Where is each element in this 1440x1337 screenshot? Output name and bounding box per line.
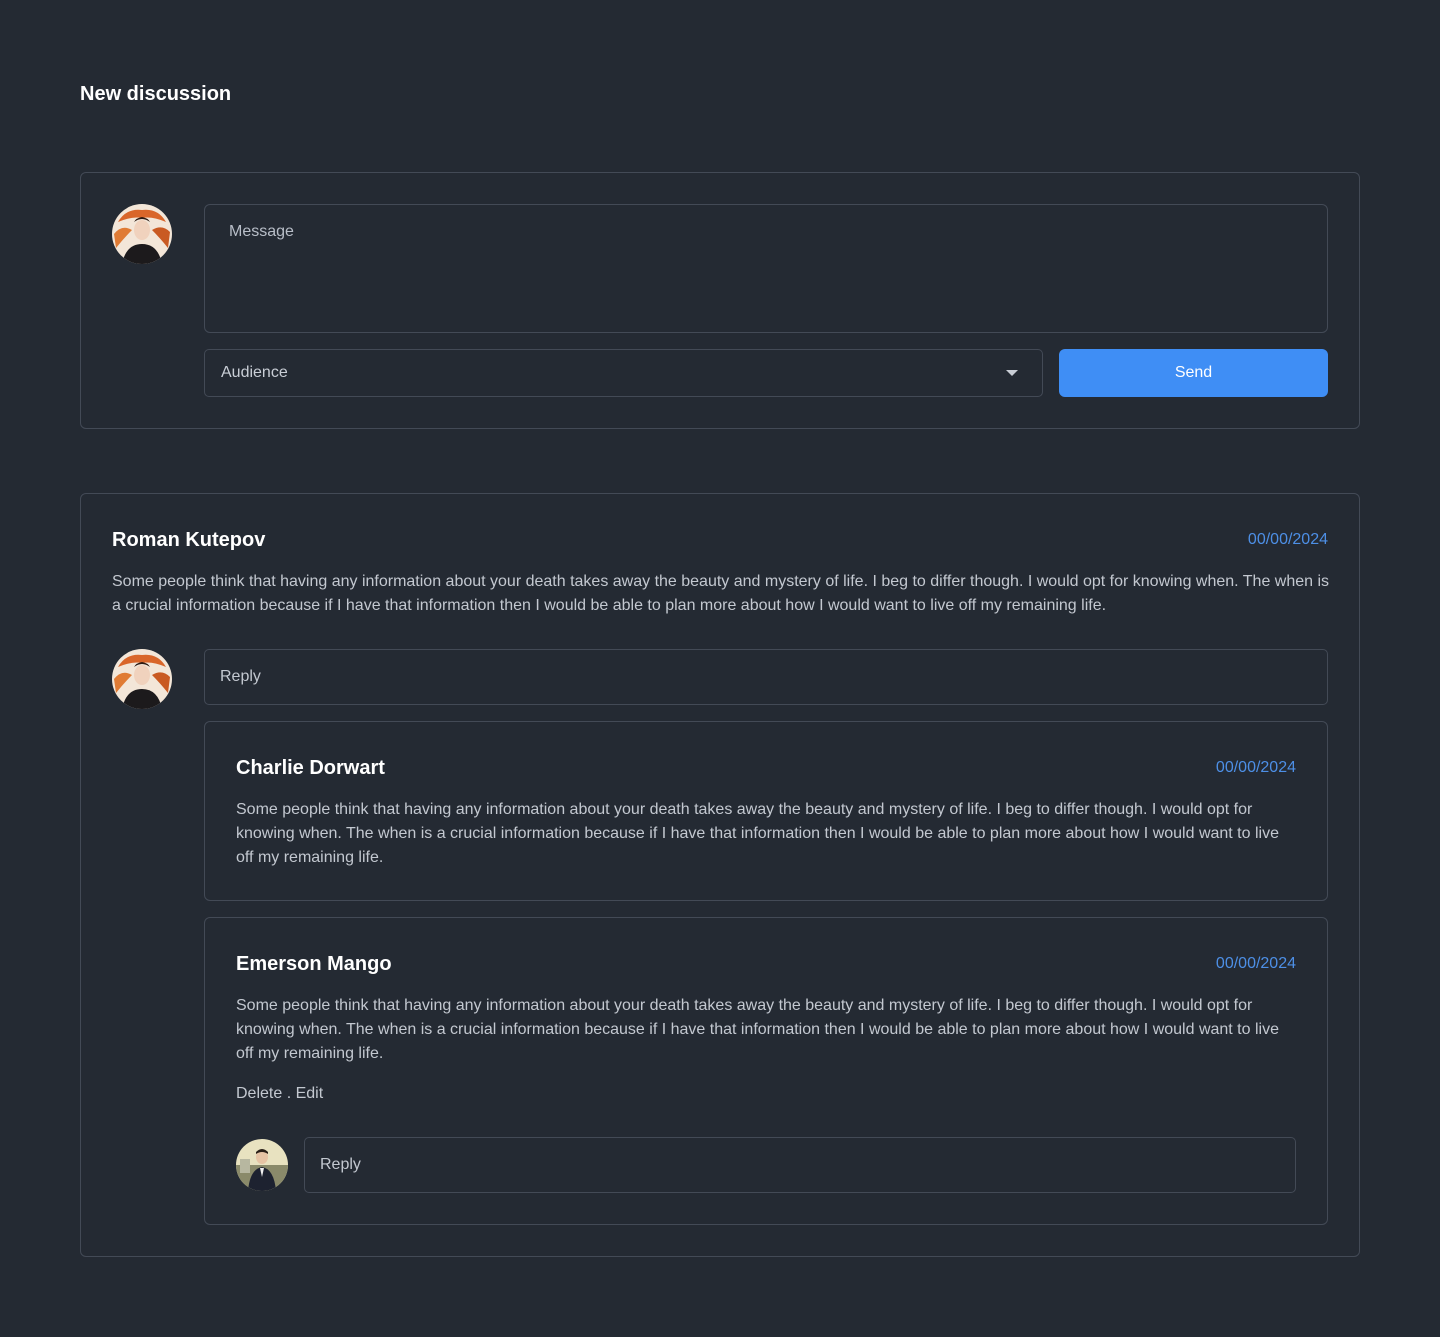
edit-link[interactable]: Edit: [296, 1085, 324, 1102]
audience-select-label: Audience: [221, 364, 288, 381]
page-title: New discussion: [80, 83, 232, 105]
avatar-image: [236, 1139, 288, 1191]
reply-date: 00/00/2024: [1215, 759, 1296, 776]
compose-card: Audience Send: [80, 172, 1360, 429]
discussion-page: New discussion Audience Send Roman Kutep…: [0, 0, 1440, 1337]
current-user-avatar: [112, 204, 172, 264]
delete-link[interactable]: Delete: [236, 1085, 282, 1102]
reply-author: Charlie Dorwart: [236, 757, 385, 779]
discussion-thread-card: Roman Kutepov 00/00/2024 Some people thi…: [80, 493, 1360, 1257]
avatar-image: [112, 649, 172, 709]
reply-body: Some people think that having any inform…: [236, 801, 1279, 866]
current-user-avatar: [112, 649, 172, 709]
reply-card: Charlie Dorwart 00/00/2024 Some people t…: [204, 721, 1328, 901]
reply-date: 00/00/2024: [1215, 955, 1296, 972]
message-textarea[interactable]: [205, 205, 1327, 332]
audience-select[interactable]: Audience: [204, 349, 1043, 397]
nested-reply-field[interactable]: [304, 1137, 1296, 1193]
nested-reply-input[interactable]: [320, 1156, 1280, 1174]
caret-down-icon: [1006, 370, 1018, 376]
reply-actions: Delete . Edit: [236, 1084, 323, 1104]
post-body: Some people think that having any inform…: [112, 573, 1330, 614]
reply-user-avatar: [236, 1139, 288, 1191]
avatar-image: [112, 204, 172, 264]
message-field[interactable]: [204, 204, 1328, 333]
actions-separator: .: [282, 1085, 296, 1102]
reply-field[interactable]: [204, 649, 1328, 705]
send-button[interactable]: Send: [1059, 349, 1328, 397]
post-date: 00/00/2024: [1247, 531, 1328, 548]
reply-body: Some people think that having any inform…: [236, 997, 1279, 1062]
reply-author: Emerson Mango: [236, 953, 392, 975]
post-author: Roman Kutepov: [112, 529, 266, 551]
reply-card: Emerson Mango 00/00/2024 Some people thi…: [204, 917, 1328, 1225]
reply-input[interactable]: [220, 668, 1312, 686]
